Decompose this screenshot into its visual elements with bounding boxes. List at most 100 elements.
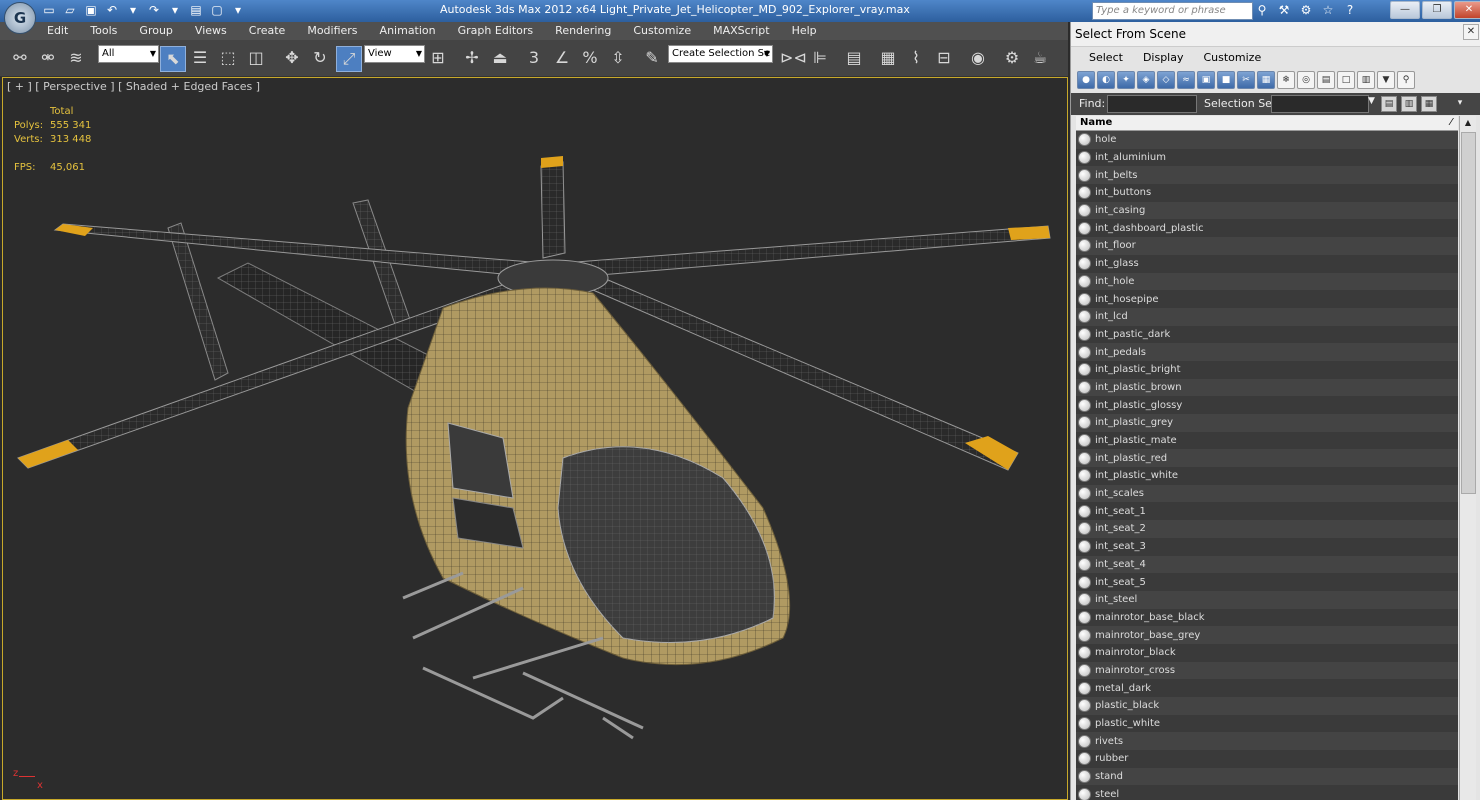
menu-tools[interactable]: Tools bbox=[79, 22, 128, 40]
menu-graph-editors[interactable]: Graph Editors bbox=[447, 22, 545, 40]
visibility-bulb-icon[interactable] bbox=[1078, 504, 1091, 518]
named-selection-set-dropdown[interactable]: Create Selection Se ▼ bbox=[668, 45, 773, 63]
selection-set-dropdown[interactable] bbox=[1271, 95, 1369, 113]
scene-object-list[interactable]: Name ⁄ hole int_aluminium int_belts int_butt… bbox=[1076, 116, 1458, 800]
window-crossing-icon[interactable]: ◫ bbox=[244, 46, 268, 70]
binoculars-icon[interactable]: ⚲ bbox=[1254, 2, 1270, 18]
list-item[interactable]: int_aluminium bbox=[1076, 148, 1458, 167]
pivot-center-icon[interactable]: ⊞ bbox=[426, 46, 450, 70]
visibility-bulb-icon[interactable] bbox=[1078, 257, 1091, 271]
visibility-bulb-icon[interactable] bbox=[1078, 770, 1091, 784]
curve-editor-icon[interactable]: ⌇ bbox=[904, 46, 928, 70]
list-item[interactable]: int_buttons bbox=[1076, 184, 1458, 202]
list-item[interactable]: int_belts bbox=[1076, 166, 1458, 185]
filter-icon[interactable]: ▼ bbox=[1377, 71, 1395, 89]
edit-named-selection-icon[interactable]: ✎ bbox=[640, 46, 664, 70]
display-frozen-icon[interactable]: ❄ bbox=[1277, 71, 1295, 89]
project-folder-icon[interactable]: ▤ bbox=[187, 2, 205, 18]
filter-options-icon[interactable]: ⚲ bbox=[1397, 71, 1415, 89]
dialog-menu-display[interactable]: Display bbox=[1133, 47, 1194, 69]
visibility-bulb-icon[interactable] bbox=[1078, 274, 1091, 288]
list-item[interactable]: steel bbox=[1076, 785, 1458, 800]
display-invert-icon[interactable]: ▥ bbox=[1357, 71, 1375, 89]
list-item[interactable]: int_steel bbox=[1076, 590, 1458, 609]
visibility-bulb-icon[interactable] bbox=[1078, 734, 1091, 748]
save-icon[interactable]: ▣ bbox=[82, 2, 100, 18]
visibility-bulb-icon[interactable] bbox=[1078, 310, 1091, 324]
expand-icon[interactable]: ▾ bbox=[1453, 96, 1467, 110]
select-manipulate-icon[interactable]: ✢ bbox=[460, 46, 484, 70]
visibility-bulb-icon[interactable] bbox=[1078, 469, 1091, 483]
layer-manager-icon[interactable]: ▤ bbox=[842, 46, 866, 70]
list-item[interactable]: int_plastic_glossy bbox=[1076, 396, 1458, 414]
visibility-bulb-icon[interactable] bbox=[1078, 292, 1091, 306]
dialog-close-button[interactable]: ✕ bbox=[1463, 24, 1479, 40]
list-item[interactable]: int_lcd bbox=[1076, 307, 1458, 326]
list-scrollbar[interactable]: ▲ bbox=[1459, 116, 1476, 800]
display-geometry-icon[interactable]: ● bbox=[1077, 71, 1095, 89]
spinner-snap-icon[interactable]: ⇳ bbox=[606, 46, 630, 70]
visibility-bulb-icon[interactable] bbox=[1078, 186, 1091, 200]
list-item[interactable]: int_glass bbox=[1076, 254, 1458, 273]
visibility-bulb-icon[interactable] bbox=[1078, 699, 1091, 713]
list-item[interactable]: int_plastic_white bbox=[1076, 467, 1458, 485]
visibility-bulb-icon[interactable] bbox=[1078, 345, 1091, 359]
find-input[interactable] bbox=[1107, 95, 1197, 113]
menu-views[interactable]: Views bbox=[184, 22, 238, 40]
menu-modifiers[interactable]: Modifiers bbox=[296, 22, 368, 40]
display-shapes-icon[interactable]: ◐ bbox=[1097, 71, 1115, 89]
menu-maxscript[interactable]: MAXScript bbox=[702, 22, 780, 40]
communication-icon[interactable]: ⚙ bbox=[1298, 2, 1314, 18]
mirror-icon[interactable]: ⊳⊲ bbox=[780, 46, 807, 70]
list-item[interactable]: hole bbox=[1076, 131, 1458, 149]
display-space-warps-icon[interactable]: ≈ bbox=[1177, 71, 1195, 89]
scale-icon[interactable]: ⤢ bbox=[336, 46, 362, 72]
rotate-icon[interactable]: ↻ bbox=[308, 46, 332, 70]
select-object-icon[interactable]: ⬉ bbox=[160, 46, 186, 72]
list-item[interactable]: plastic_white bbox=[1076, 714, 1458, 733]
visibility-bulb-icon[interactable] bbox=[1078, 380, 1091, 394]
scroll-thumb[interactable] bbox=[1461, 132, 1476, 494]
list-item[interactable]: plastic_black bbox=[1076, 697, 1458, 715]
list-item[interactable]: int_seat_5 bbox=[1076, 573, 1458, 591]
list-item[interactable]: int_casing bbox=[1076, 201, 1458, 220]
subscription-icon[interactable]: ⚒ bbox=[1276, 2, 1292, 18]
list-item[interactable]: int_dashboard_plastic bbox=[1076, 219, 1458, 238]
menu-animation[interactable]: Animation bbox=[369, 22, 447, 40]
snaps-toggle-icon[interactable]: 3 bbox=[522, 46, 546, 70]
move-icon[interactable]: ✥ bbox=[280, 46, 304, 70]
display-groups-icon[interactable]: ▣ bbox=[1197, 71, 1215, 89]
display-all-icon[interactable]: ▤ bbox=[1317, 71, 1335, 89]
display-cameras-icon[interactable]: ◈ bbox=[1137, 71, 1155, 89]
keyboard-shortcut-override-icon[interactable]: ⏏ bbox=[488, 46, 512, 70]
maximize-button[interactable]: ❐ bbox=[1422, 1, 1452, 19]
display-none-icon[interactable]: □ bbox=[1337, 71, 1355, 89]
undo-icon[interactable]: ↶ bbox=[103, 2, 121, 18]
menu-group[interactable]: Group bbox=[128, 22, 184, 40]
menu-help[interactable]: Help bbox=[781, 22, 828, 40]
list-item[interactable]: int_hole bbox=[1076, 272, 1458, 291]
selection-filter-dropdown[interactable]: All ▼ bbox=[98, 45, 159, 63]
list-item[interactable]: int_pedals bbox=[1076, 343, 1458, 361]
visibility-bulb-icon[interactable] bbox=[1078, 151, 1091, 165]
redo-icon[interactable]: ↷ bbox=[145, 2, 163, 18]
schematic-view-icon[interactable]: ⊟ bbox=[932, 46, 956, 70]
material-editor-icon[interactable]: ◉ bbox=[966, 46, 990, 70]
visibility-bulb-icon[interactable] bbox=[1078, 752, 1091, 766]
list-item[interactable]: int_plastic_brown bbox=[1076, 378, 1458, 397]
menu-rendering[interactable]: Rendering bbox=[544, 22, 622, 40]
chevron-down-icon[interactable]: ▼ bbox=[1368, 96, 1375, 106]
graphite-ribbon-icon[interactable]: ▦ bbox=[876, 46, 900, 70]
favorites-star-icon[interactable]: ☆ bbox=[1320, 2, 1336, 18]
list-item[interactable]: int_plastic_grey bbox=[1076, 414, 1458, 432]
search-input[interactable]: Type a keyword or phrase bbox=[1092, 2, 1253, 20]
visibility-bulb-icon[interactable] bbox=[1078, 398, 1091, 412]
visibility-bulb-icon[interactable] bbox=[1078, 663, 1091, 677]
visibility-bulb-icon[interactable] bbox=[1078, 239, 1091, 253]
workspace-icon[interactable]: ▢ bbox=[208, 2, 226, 18]
open-file-icon[interactable]: ▱ bbox=[61, 2, 79, 18]
help-icon[interactable]: ? bbox=[1342, 2, 1358, 18]
visibility-bulb-icon[interactable] bbox=[1078, 168, 1091, 182]
visibility-bulb-icon[interactable] bbox=[1078, 681, 1091, 695]
visibility-bulb-icon[interactable] bbox=[1078, 204, 1091, 218]
